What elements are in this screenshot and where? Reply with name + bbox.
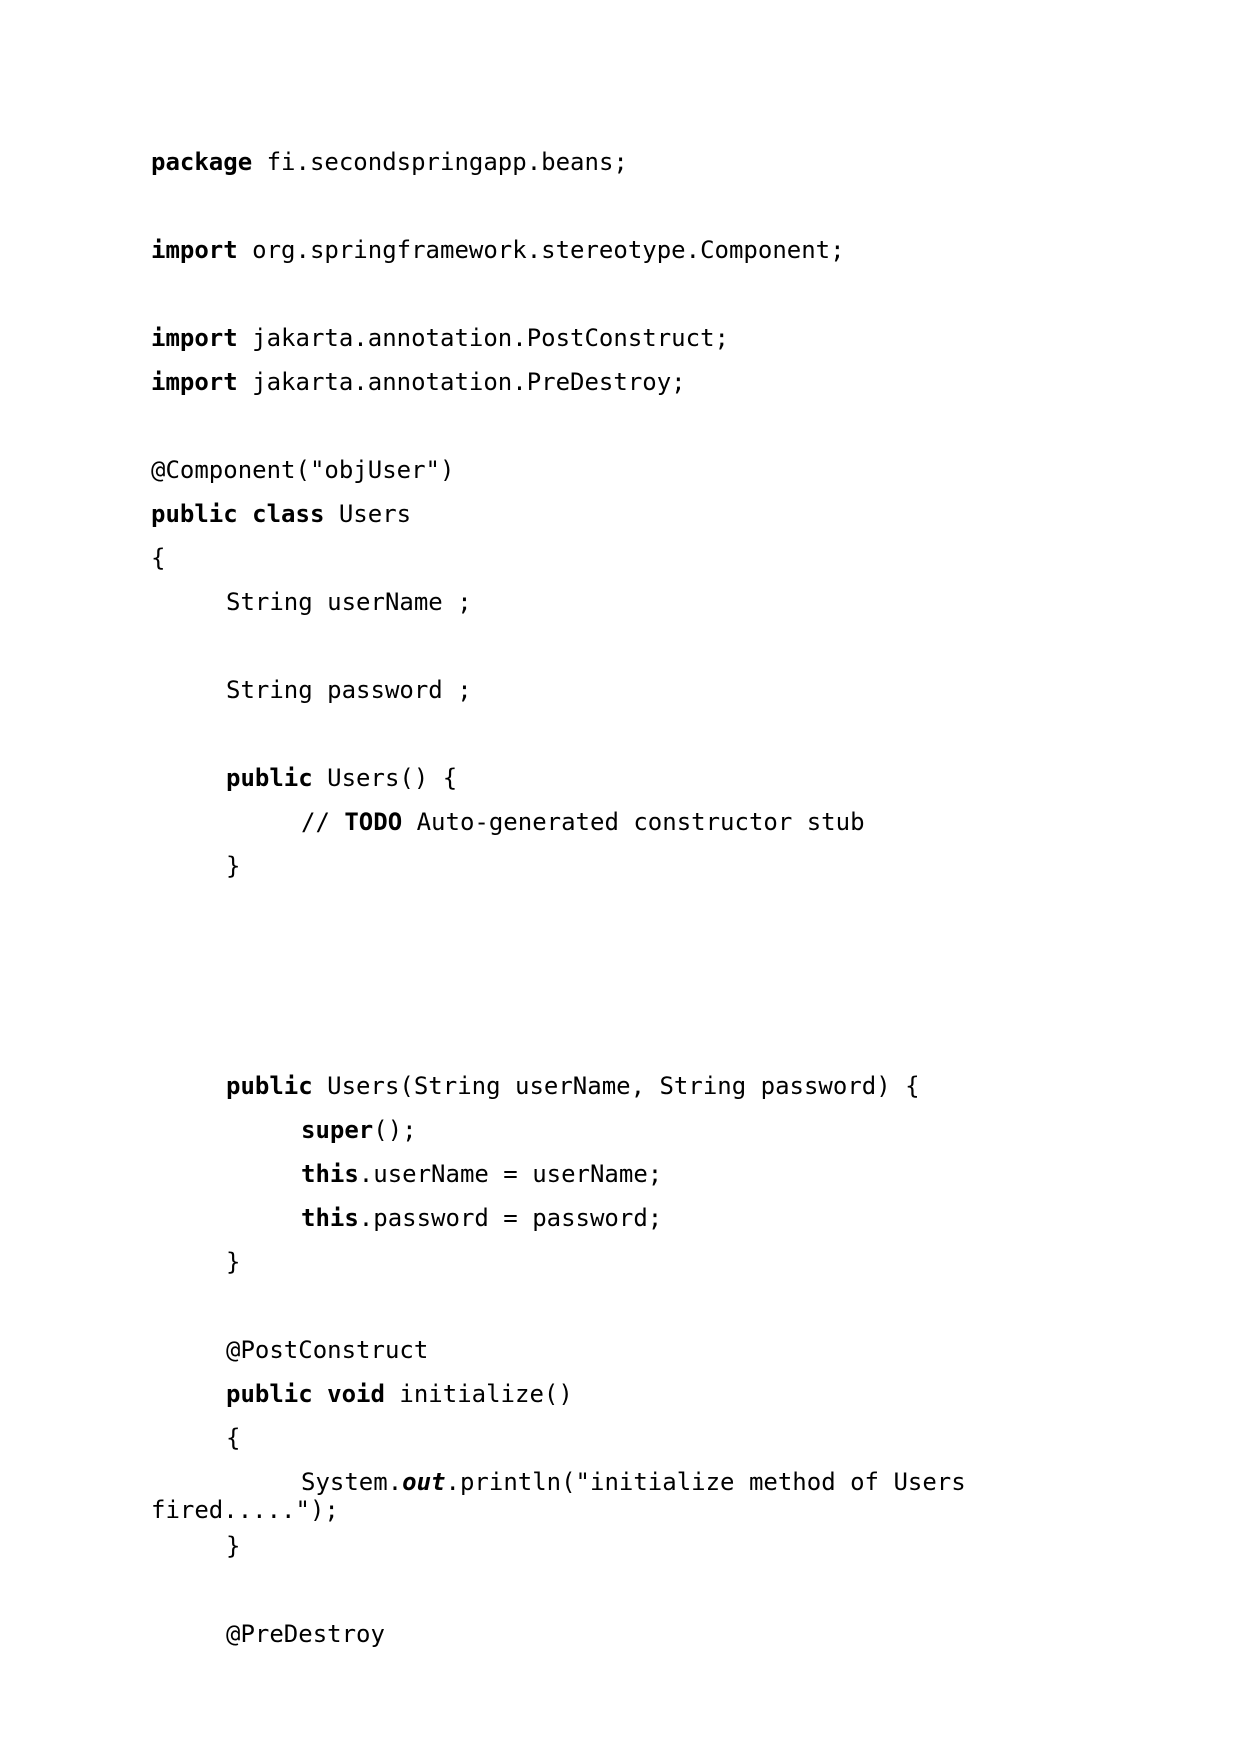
keyword: this [301, 1204, 359, 1232]
field-username: String userName ; [226, 588, 472, 616]
import-line: import jakarta.annotation.PostConstruct; [151, 316, 1151, 360]
field-password: String password ; [226, 676, 472, 704]
import-path: org.springframework.stereotype.Component… [237, 236, 845, 264]
println-call: .println("initialize method of Users [445, 1468, 966, 1496]
keyword: super [301, 1116, 374, 1144]
assign-username: this.userName = userName; [151, 1152, 1151, 1196]
assign-password: this.password = password; [151, 1196, 1151, 1240]
todo-comment: // TODO Auto-generated constructor stub [151, 800, 1151, 844]
postconstruct-annotation: @PostConstruct [226, 1336, 429, 1364]
args-constructor-signature: public Users(String userName, String pas… [151, 1064, 1151, 1108]
class-name: Users [324, 500, 412, 528]
class-open-brace: { [151, 544, 166, 572]
static-field-out: out [402, 1468, 446, 1496]
super-call: super(); [151, 1108, 1151, 1152]
code-listing: package fi.secondspringapp.beans; import… [151, 140, 1151, 1656]
println-statement: System.out.println("initialize method of… [151, 1466, 1151, 1498]
keyword: this [301, 1160, 359, 1188]
keyword: void [327, 1380, 385, 1408]
keyword: class [252, 500, 325, 528]
blank-gap [151, 888, 1151, 1064]
default-constructor-signature: public Users() { [151, 756, 1151, 800]
keyword: import [151, 368, 238, 396]
todo-keyword: TODO [344, 808, 403, 836]
keyword: import [151, 236, 238, 264]
class-declaration: public class Users [151, 492, 1151, 536]
keyword: public [226, 1072, 313, 1100]
import-line: import jakarta.annotation.PreDestroy; [151, 360, 1151, 404]
constructor-name: Users() { [312, 764, 458, 792]
println-wrapped-text: fired....."); [151, 1496, 339, 1524]
constructor-close-brace: } [226, 852, 241, 880]
super-args: (); [373, 1116, 417, 1144]
initialize-signature: public void initialize() [151, 1372, 1151, 1416]
keyword: public [226, 764, 313, 792]
package-name: fi.secondspringapp.beans; [252, 148, 628, 176]
keyword: import [151, 324, 238, 352]
comment-text: Auto-generated constructor stub [402, 808, 865, 836]
keyword: public [226, 1380, 313, 1408]
assignment: .password = password; [358, 1204, 663, 1232]
import-line: import org.springframework.stereotype.Co… [151, 228, 1151, 272]
assignment: .userName = userName; [358, 1160, 663, 1188]
println-prefix: System. [301, 1468, 403, 1496]
import-path: jakarta.annotation.PostConstruct; [237, 324, 729, 352]
method-open-brace: { [226, 1424, 241, 1452]
component-annotation: @Component("objUser") [151, 456, 455, 484]
comment-prefix: // [301, 808, 345, 836]
package-declaration: package fi.secondspringapp.beans; [151, 140, 1151, 184]
constructor-params: Users(String userName, String password) … [312, 1072, 920, 1100]
method-close-brace: } [226, 1532, 241, 1560]
predestroy-annotation: @PreDestroy [226, 1620, 385, 1648]
import-path: jakarta.annotation.PreDestroy; [237, 368, 686, 396]
keyword: public [151, 500, 238, 528]
method-name: initialize() [384, 1380, 573, 1408]
keyword: package [151, 148, 253, 176]
document-page: package fi.secondspringapp.beans; import… [0, 0, 1239, 1754]
constructor-close-brace: } [226, 1248, 241, 1276]
